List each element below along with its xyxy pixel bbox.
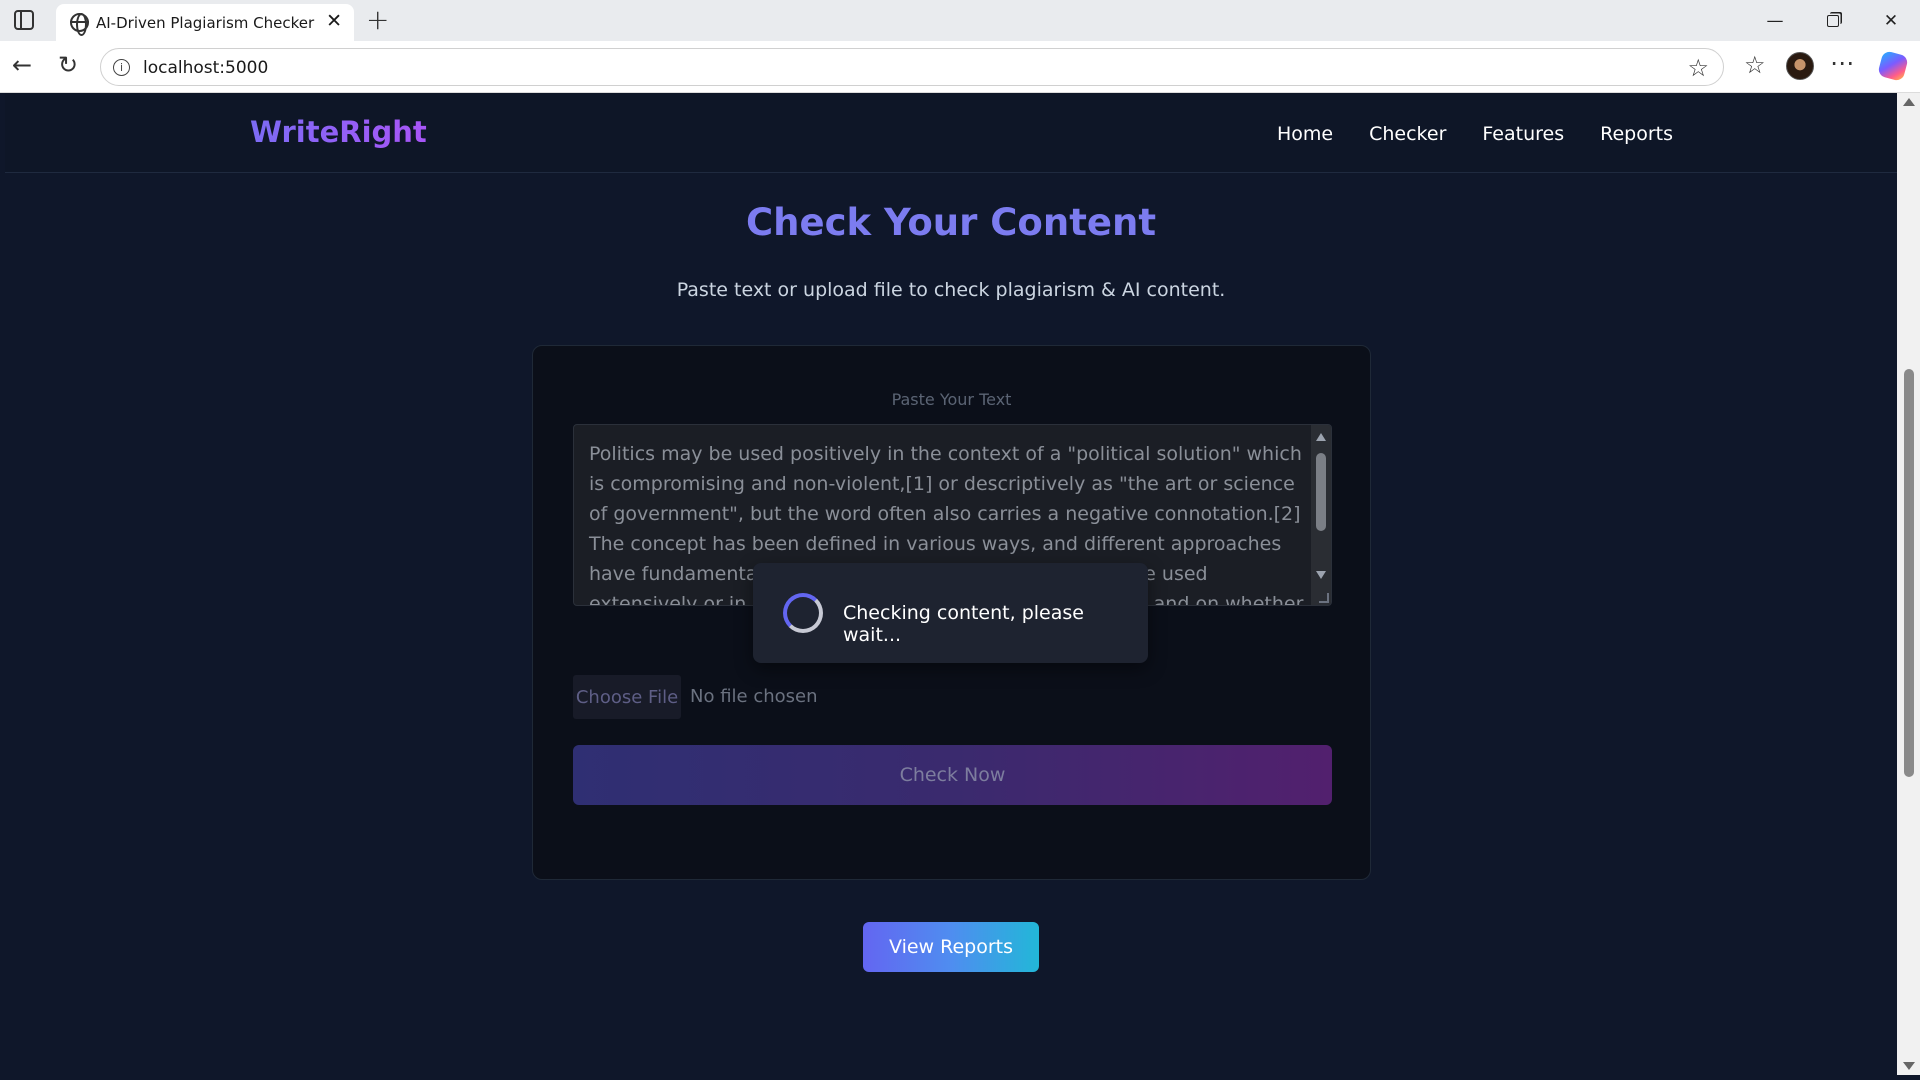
- page-viewport: WriteRight Home Checker Features Reports…: [5, 93, 1897, 1075]
- loading-message: Checking content, please wait...: [843, 602, 1084, 646]
- scroll-up-arrow-icon[interactable]: [1903, 98, 1915, 106]
- resize-handle-icon[interactable]: [1319, 593, 1329, 603]
- file-status: No file chosen: [690, 686, 818, 707]
- refresh-icon[interactable]: ↻: [58, 53, 78, 77]
- scroll-down-arrow-icon[interactable]: [1903, 1062, 1915, 1070]
- site-header: WriteRight Home Checker Features Reports: [5, 93, 1897, 173]
- page-subtitle: Paste text or upload file to check plagi…: [676, 279, 1226, 301]
- site-nav: Home Checker Features Reports: [1277, 123, 1673, 145]
- check-now-button[interactable]: Check Now: [573, 745, 1332, 805]
- textarea-scrollbar[interactable]: [1311, 425, 1331, 605]
- nav-features[interactable]: Features: [1482, 123, 1564, 145]
- spinner-icon: [783, 593, 823, 633]
- choose-file-button[interactable]: Choose File: [573, 675, 681, 719]
- browser-tab-bar: AI-Driven Plagiarism Checker ✕ + — ✕: [0, 0, 1920, 41]
- copilot-icon[interactable]: [1877, 50, 1909, 82]
- close-icon[interactable]: ✕: [326, 11, 342, 31]
- plus-icon[interactable]: +: [366, 4, 389, 36]
- loading-overlay: Checking content, please wait...: [753, 563, 1148, 663]
- nav-checker[interactable]: Checker: [1369, 123, 1446, 145]
- view-reports-button[interactable]: View Reports: [863, 922, 1039, 972]
- address-bar[interactable]: i localhost:5000 ☆: [100, 48, 1724, 86]
- back-arrow-icon[interactable]: ←: [12, 53, 32, 77]
- minimize-icon[interactable]: —: [1750, 6, 1800, 36]
- avatar[interactable]: [1786, 52, 1814, 80]
- logo[interactable]: WriteRight: [250, 115, 427, 149]
- tab-title: AI-Driven Plagiarism Checker: [96, 14, 315, 32]
- page-title: Check Your Content: [745, 201, 1157, 244]
- nav-reports[interactable]: Reports: [1600, 123, 1673, 145]
- window-close-icon[interactable]: ✕: [1866, 6, 1916, 36]
- more-icon[interactable]: ⋯: [1830, 49, 1854, 77]
- scroll-up-icon[interactable]: [1316, 433, 1326, 441]
- star-icon[interactable]: ☆: [1687, 54, 1709, 82]
- url-text[interactable]: localhost:5000: [143, 58, 268, 78]
- scroll-down-icon[interactable]: [1316, 571, 1326, 579]
- browser-tab[interactable]: AI-Driven Plagiarism Checker ✕: [56, 4, 354, 41]
- maximize-icon[interactable]: [1808, 6, 1858, 36]
- page-scrollbar[interactable]: [1897, 93, 1920, 1075]
- favorites-icon[interactable]: ☆: [1744, 51, 1766, 79]
- info-icon[interactable]: i: [113, 59, 130, 76]
- text-label: Paste Your Text: [891, 390, 1012, 409]
- browser-toolbar: ← ↻ i localhost:5000 ☆ ☆ ⋯: [0, 41, 1920, 93]
- sidebar-toggle-icon[interactable]: [14, 10, 34, 30]
- page-scroll-thumb[interactable]: [1904, 369, 1914, 777]
- globe-icon: [70, 13, 89, 36]
- textarea-scroll-thumb[interactable]: [1316, 453, 1326, 531]
- nav-home[interactable]: Home: [1277, 123, 1333, 145]
